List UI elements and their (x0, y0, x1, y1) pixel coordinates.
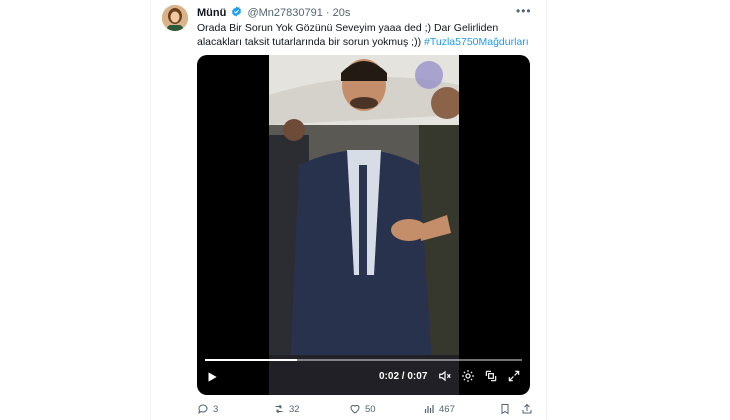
reply-icon (198, 404, 208, 415)
bookmark-icon (501, 404, 509, 415)
progress-bar[interactable] (205, 359, 522, 361)
share-button[interactable] (521, 403, 533, 415)
hashtag-link[interactable]: #Tuzla5750Mağdurları (424, 36, 529, 48)
repost-count: 32 (289, 403, 300, 415)
video-player[interactable]: 0:02 / 0:07 (197, 55, 530, 395)
settings-icon[interactable] (461, 369, 475, 383)
repost-icon (275, 404, 283, 414)
fullscreen-icon[interactable] (507, 369, 521, 383)
handle[interactable]: @Mn27830791 (247, 7, 322, 19)
tweet-header: Münü @Mn27830791 · 20s (197, 6, 350, 19)
heart-icon (350, 404, 360, 414)
time-display: 0:02 / 0:07 (379, 371, 427, 382)
separator-dot: · (325, 7, 330, 19)
avatar[interactable] (162, 5, 188, 31)
display-name[interactable]: Münü (197, 7, 226, 19)
video-thumbnail (269, 55, 459, 395)
duration: 0:07 (407, 371, 428, 382)
timestamp[interactable]: 20s (333, 7, 351, 19)
bookmark-button[interactable] (499, 403, 511, 415)
like-button[interactable]: 50 (349, 403, 376, 415)
current-time: 0:02 (379, 371, 400, 382)
play-icon[interactable] (205, 370, 219, 384)
verified-badge-icon (232, 6, 242, 17)
time-separator: / (401, 371, 405, 382)
tweet-actions: 3 32 50 467 (197, 403, 533, 419)
pip-icon[interactable] (484, 369, 498, 383)
video-frame (269, 55, 459, 395)
share-icon (522, 403, 532, 414)
like-count: 50 (365, 403, 376, 415)
views-button[interactable]: 467 (423, 403, 455, 415)
mute-icon[interactable] (438, 369, 452, 383)
repost-button[interactable]: 32 (273, 403, 300, 415)
reply-button[interactable]: 3 (197, 403, 218, 415)
progress-fill (205, 359, 297, 361)
tweet-text: Orada Bir Sorun Yok Gözünü Seveyim yaaa … (197, 21, 532, 49)
view-count: 467 (439, 403, 455, 415)
video-controls: 0:02 / 0:07 (197, 355, 530, 395)
reply-count: 3 (213, 403, 219, 415)
views-icon (424, 405, 434, 413)
more-options-icon[interactable]: ••• (516, 4, 532, 18)
